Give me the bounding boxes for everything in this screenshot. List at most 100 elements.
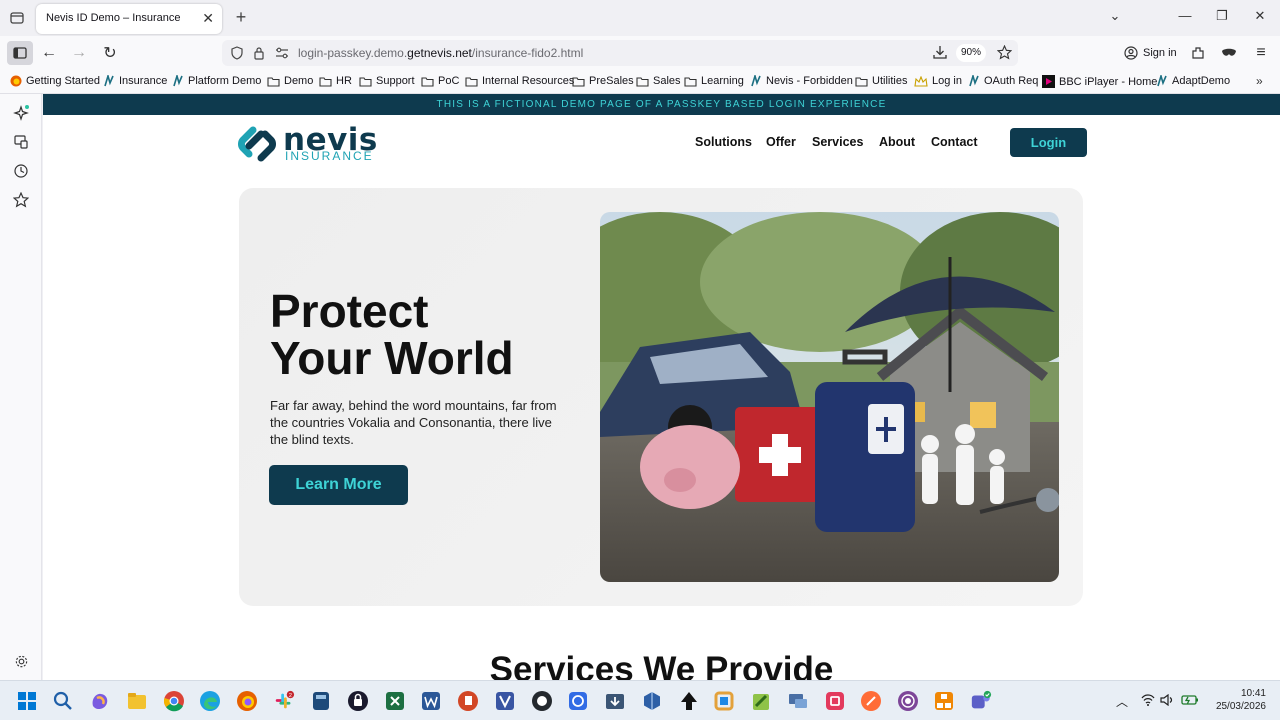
forward-icon[interactable]: → xyxy=(68,42,90,64)
nav-solutions[interactable]: Solutions xyxy=(695,135,752,149)
zoom-level-badge[interactable]: 90% xyxy=(956,44,987,62)
bookmark-oauth-req[interactable]: OAuth Req xyxy=(968,75,1038,87)
lock-icon[interactable] xyxy=(253,46,265,60)
password-manager-icon[interactable] xyxy=(347,690,369,712)
notepad-plus-icon[interactable] xyxy=(750,690,772,712)
back-icon[interactable]: ← xyxy=(38,42,60,64)
bookmark-star-icon[interactable] xyxy=(997,45,1012,60)
bookmark-label: Nevis - Forbidden xyxy=(766,75,853,87)
edge-icon[interactable] xyxy=(199,690,221,712)
snipping-tool-icon[interactable] xyxy=(713,690,735,712)
bookmark-adaptdemo[interactable]: AdaptDemo xyxy=(1156,75,1230,87)
firefox-icon[interactable] xyxy=(236,690,258,712)
bookmark-folder-demo[interactable]: Demo xyxy=(267,75,313,87)
nav-about[interactable]: About xyxy=(879,135,915,149)
slack-icon[interactable]: 2 xyxy=(273,690,295,712)
app-menu-icon[interactable]: ≡ xyxy=(1250,42,1272,64)
web-page: THIS IS A FICTIONAL DEMO PAGE OF A PASSK… xyxy=(43,94,1280,680)
bookmark-log-in[interactable]: Log in xyxy=(914,75,962,87)
visio-icon[interactable] xyxy=(494,690,516,712)
privacy-mask-icon[interactable] xyxy=(1218,42,1240,64)
bookmark-folder-learning[interactable]: Learning xyxy=(684,75,744,87)
insurance-hero-image xyxy=(600,212,1059,582)
synced-tabs-icon[interactable] xyxy=(11,132,31,152)
shield-icon[interactable] xyxy=(230,46,244,60)
bookmark-folder-presales[interactable]: PreSales xyxy=(572,75,634,87)
bookmark-folder-internal-resources[interactable]: Internal Resources xyxy=(465,75,574,87)
excel-icon[interactable] xyxy=(384,690,406,712)
bookmark-folder-support[interactable]: Support xyxy=(359,75,415,87)
system-clock[interactable]: 10:41 25/03/2026 xyxy=(1208,687,1266,713)
windows-start-icon[interactable] xyxy=(16,690,38,712)
bookmarks-star-icon[interactable] xyxy=(11,190,31,210)
reload-icon[interactable]: ↻ xyxy=(99,42,121,64)
bookmarks-overflow-chevron-icon[interactable]: » xyxy=(1256,74,1263,88)
nevis-icon xyxy=(751,75,761,87)
bookmark-nevis-forbidden[interactable]: Nevis - Forbidden xyxy=(750,75,853,87)
bookmark-folder-hr[interactable]: HR xyxy=(319,75,352,87)
volume-icon[interactable] xyxy=(1160,694,1174,706)
login-button[interactable]: Login xyxy=(1010,128,1087,157)
restore-icon[interactable]: ❐ xyxy=(1212,8,1232,24)
nevis-icon xyxy=(173,75,183,87)
learn-more-button[interactable]: Learn More xyxy=(269,465,408,505)
download-icon[interactable] xyxy=(933,45,947,60)
kubernetes-icon[interactable] xyxy=(567,690,589,712)
nav-offer[interactable]: Offer xyxy=(766,135,796,149)
file-explorer-icon[interactable] xyxy=(126,690,148,712)
tab-overflow-chevron-icon[interactable]: ⌄ xyxy=(1105,8,1125,24)
powerpoint-icon[interactable] xyxy=(457,690,479,712)
inkscape-icon[interactable] xyxy=(678,690,700,712)
folder-icon xyxy=(359,76,372,87)
chrome-icon[interactable] xyxy=(163,690,185,712)
bookmark-platform-demo[interactable]: Platform Demo xyxy=(172,75,261,87)
github-icon[interactable] xyxy=(531,690,553,712)
copilot-icon[interactable] xyxy=(89,690,111,712)
teams-icon[interactable] xyxy=(970,690,992,712)
ai-chatbot-icon[interactable] xyxy=(11,103,31,123)
url-bar[interactable]: login-passkey.demo.getnevis.net/insuranc… xyxy=(222,40,1018,66)
sign-in-button[interactable]: Sign in xyxy=(1118,41,1180,65)
hero-section: Protect Your World Far far away, behind … xyxy=(239,188,1083,606)
wifi-icon[interactable] xyxy=(1141,694,1155,706)
bookmark-insurance[interactable]: Insurance xyxy=(103,75,167,87)
nav-contact[interactable]: Contact xyxy=(931,135,978,149)
diagram-app-icon[interactable] xyxy=(824,690,846,712)
bookmark-label: Getting Started xyxy=(26,75,100,87)
extensions-icon[interactable] xyxy=(1187,42,1209,64)
search-icon[interactable] xyxy=(52,690,74,712)
history-clock-icon[interactable] xyxy=(11,161,31,181)
word-icon[interactable] xyxy=(420,690,442,712)
virtualbox-icon[interactable] xyxy=(641,690,663,712)
downloads-app-icon[interactable] xyxy=(604,690,626,712)
postman-icon[interactable] xyxy=(860,690,882,712)
close-window-icon[interactable]: ✕ xyxy=(1250,8,1270,24)
browser-sidebar xyxy=(0,94,42,680)
remote-desktop-icon[interactable] xyxy=(787,690,809,712)
bookmark-getting-started[interactable]: Getting Started xyxy=(10,75,100,87)
url-text[interactable]: login-passkey.demo.getnevis.net/insuranc… xyxy=(298,46,583,60)
new-tab-icon[interactable]: + xyxy=(232,7,250,27)
nav-services[interactable]: Services xyxy=(812,135,863,149)
minimize-icon[interactable]: — xyxy=(1175,8,1195,23)
hero-title: Protect Your World xyxy=(270,288,514,382)
tray-overflow-chevron-icon[interactable]: ︿ xyxy=(1116,693,1128,710)
tor-browser-icon[interactable] xyxy=(897,690,919,712)
battery-charging-icon[interactable] xyxy=(1181,693,1199,706)
drawio-icon[interactable] xyxy=(933,690,955,712)
sidebar-toggle-icon[interactable] xyxy=(7,41,33,65)
permissions-icon[interactable] xyxy=(275,47,289,59)
folder-icon xyxy=(572,76,585,87)
nevis-insurance-logo[interactable]: nevis INSURANCE xyxy=(235,122,387,166)
nevis-icon xyxy=(1157,75,1167,87)
bookmark-bbc-iplayer[interactable]: BBC iPlayer - Home xyxy=(1042,75,1157,88)
tab-list-icon[interactable] xyxy=(6,7,28,29)
active-tab[interactable]: Nevis ID Demo – Insurance ✕ xyxy=(36,4,222,34)
bookmark-folder-utilities[interactable]: Utilities xyxy=(855,75,907,87)
bookmark-folder-sales[interactable]: Sales xyxy=(636,75,681,87)
logo-subtitle: INSURANCE xyxy=(285,149,374,163)
sidebar-settings-gear-icon[interactable] xyxy=(11,651,31,671)
calculator-icon[interactable] xyxy=(310,690,332,712)
close-tab-icon[interactable]: ✕ xyxy=(202,11,214,25)
bookmark-folder-poc[interactable]: PoC xyxy=(421,75,459,87)
